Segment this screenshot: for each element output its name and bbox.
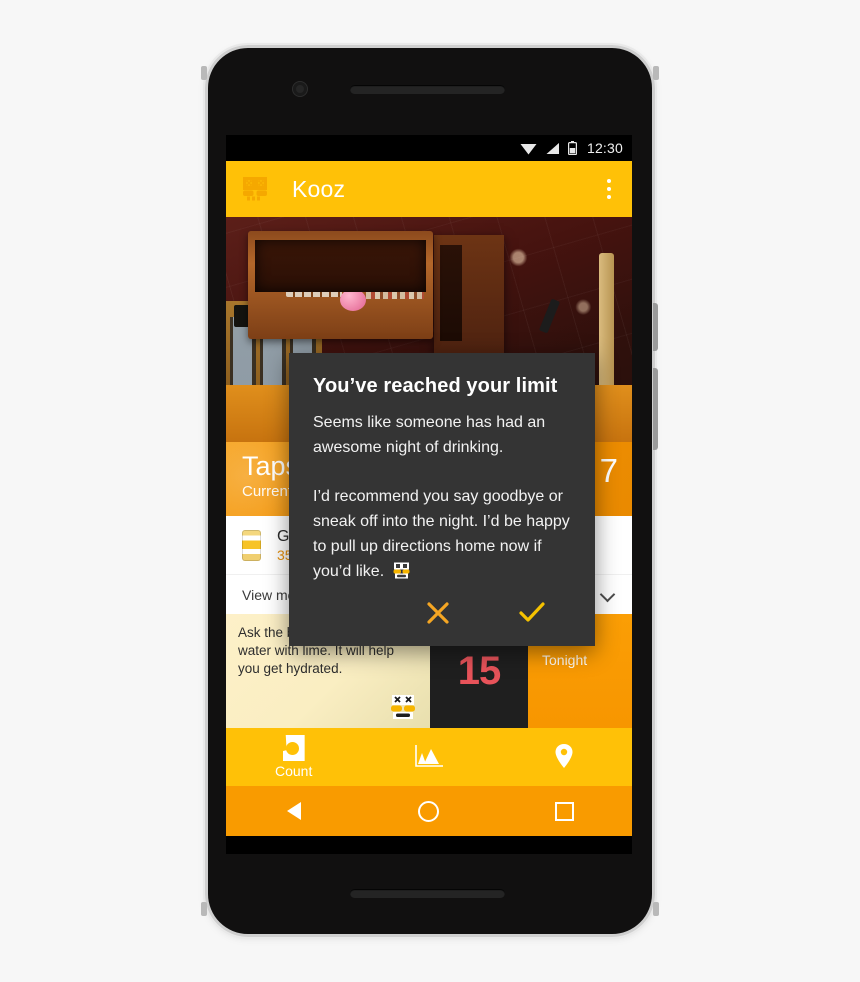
tab-count-label: Count [274, 763, 313, 779]
frame-nub [653, 66, 659, 80]
photo-cabinet [434, 235, 504, 355]
map-pin-icon [554, 743, 574, 769]
power-button[interactable] [653, 303, 658, 351]
photo-pink-object [340, 289, 366, 311]
dialog-actions [313, 584, 571, 634]
photo-books [366, 257, 424, 299]
overflow-menu-icon[interactable] [596, 173, 622, 205]
bottom-speaker [350, 889, 505, 898]
chevron-down-icon[interactable] [600, 587, 616, 603]
status-bar-clock: 12:30 [586, 140, 623, 156]
frame-nub [201, 902, 207, 916]
accept-check-icon[interactable] [515, 596, 549, 630]
dizzy-face-icon [392, 562, 411, 579]
frame-nub [201, 66, 207, 80]
dialog-paragraph-1: Seems like someone has had an awesome ni… [313, 414, 546, 456]
phone-device-frame: 12:30 Kooz Currently 7 View more Ask the… [201, 43, 659, 939]
dialog-title: You’ve reached your limit [313, 375, 558, 397]
frame-nub [653, 902, 659, 916]
page-title: Kooz [292, 175, 346, 202]
nav-home-button[interactable] [361, 800, 496, 822]
taps-card-count: 7 [599, 452, 618, 489]
beers-tile-subtitle: Tonight [542, 652, 588, 668]
chart-icon [414, 744, 444, 768]
count-glass-icon [282, 735, 305, 761]
beer-count-value: 15 [457, 648, 501, 693]
phone-screen: 12:30 Kooz Currently 7 View more Ask the… [226, 135, 632, 854]
android-nav-bar [226, 786, 632, 836]
app-toolbar: Kooz [226, 161, 632, 217]
back-triangle-icon [286, 802, 301, 820]
beer-can-icon [242, 529, 261, 561]
home-circle-icon [418, 800, 440, 822]
volume-button[interactable] [653, 368, 658, 450]
wifi-icon [520, 142, 537, 155]
battery-icon [567, 141, 577, 155]
earpiece-speaker [350, 85, 505, 94]
photo-jars [286, 261, 342, 297]
kooz-skull-logo-icon[interactable] [240, 174, 270, 204]
recents-square-icon [554, 801, 574, 821]
tab-count[interactable]: Count [226, 735, 361, 779]
nav-recents-button[interactable] [497, 801, 632, 821]
cellular-signal-icon [545, 142, 560, 155]
photo-shelf [248, 231, 433, 339]
dialog-paragraph-2: I’d recommend you say goodbye or sneak o… [313, 484, 571, 584]
bottom-tab-bar: Count [226, 728, 632, 786]
front-camera-icon [293, 82, 307, 96]
decline-x-icon[interactable] [421, 596, 455, 630]
limit-reached-dialog: You’ve reached your limit Seems like som… [289, 353, 595, 646]
nav-back-button[interactable] [226, 802, 361, 820]
tab-map[interactable] [497, 743, 632, 771]
tab-stats[interactable] [361, 744, 496, 770]
dizzy-face-icon [388, 694, 418, 720]
dialog-paragraph-2-text: I’d recommend you say goodbye or sneak o… [313, 488, 570, 580]
status-bar: 12:30 [226, 135, 632, 161]
